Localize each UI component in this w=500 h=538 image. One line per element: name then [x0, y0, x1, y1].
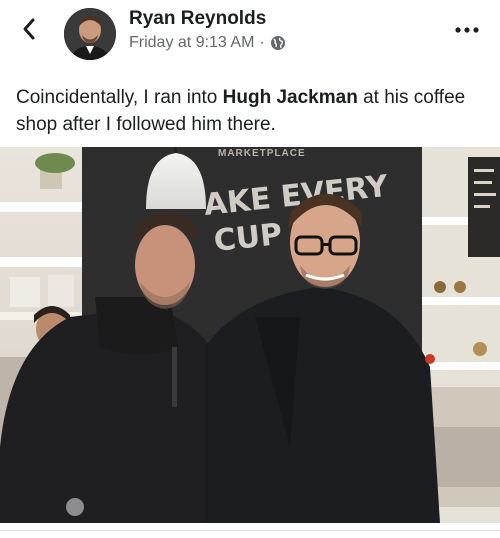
- more-horizontal-icon: [455, 27, 479, 33]
- tagged-person[interactable]: Hugh Jackman: [223, 87, 358, 108]
- author-avatar[interactable]: [64, 8, 116, 60]
- caption-text-1: Coincidentally, I ran into: [16, 87, 223, 108]
- globe-icon: [270, 36, 285, 50]
- post-photo[interactable]: MARKETPLACE AKE EVERY CUP C: [0, 147, 500, 523]
- back-button[interactable]: [14, 14, 44, 44]
- post-caption: Coincidentally, I ran into Hugh Jackman …: [16, 84, 486, 138]
- post-timestamp[interactable]: Friday at 9:13 AM: [129, 34, 254, 52]
- author-name[interactable]: Ryan Reynolds: [129, 8, 266, 30]
- more-options-button[interactable]: [452, 18, 482, 42]
- sign-top-text: MARKETPLACE: [218, 148, 306, 159]
- post-divider: [0, 530, 500, 531]
- meta-separator: ·: [259, 34, 265, 51]
- post-meta: Friday at 9:13 AM ·: [129, 34, 286, 52]
- chevron-left-icon: [23, 18, 35, 40]
- post-header: Ryan Reynolds Friday at 9:13 AM ·: [0, 0, 500, 70]
